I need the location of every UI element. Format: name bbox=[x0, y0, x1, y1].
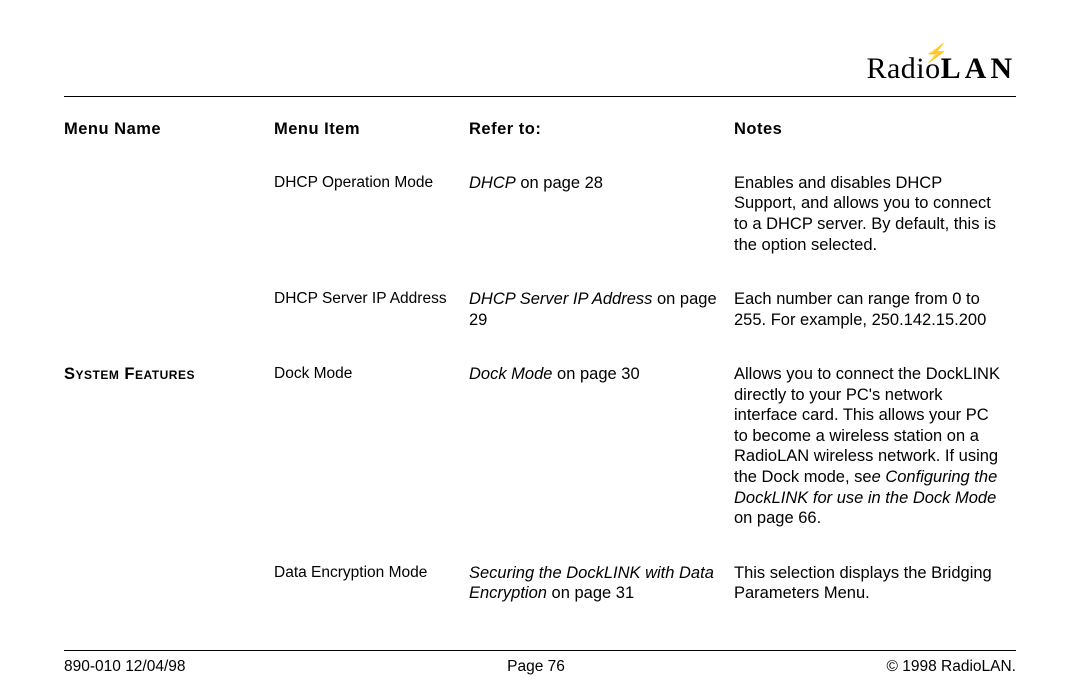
refer-ital: Dock Mode bbox=[469, 365, 552, 383]
page-footer: 890-010 12/04/98 Page 76 © 1998 RadioLAN… bbox=[64, 657, 1016, 676]
top-rule bbox=[64, 96, 1016, 97]
notes-post: on page 66. bbox=[734, 509, 821, 527]
col-header-menu-item: Menu Item bbox=[274, 119, 469, 173]
menu-item-cell: DHCP Server IP Address bbox=[274, 289, 469, 364]
menu-name-cell: System Features bbox=[64, 364, 274, 563]
reference-table: Menu Name Menu Item Refer to: Notes DHCP… bbox=[64, 119, 1016, 638]
col-header-menu-name: Menu Name bbox=[64, 119, 274, 173]
page: ⚡ RadioLAN Menu Name Menu Item Refer to:… bbox=[0, 0, 1080, 698]
refer-ital: DHCP Server IP Address bbox=[469, 290, 652, 308]
footer-right: © 1998 RadioLAN. bbox=[887, 657, 1016, 676]
menu-name-cell bbox=[64, 173, 274, 289]
refer-plain: on page 30 bbox=[552, 365, 639, 383]
logo-row: ⚡ RadioLAN bbox=[64, 50, 1016, 88]
refer-to-cell: Dock Mode on page 30 bbox=[469, 364, 734, 563]
refer-to-cell: Securing the DockLINK with Data Encrypti… bbox=[469, 563, 734, 638]
refer-ital: DHCP bbox=[469, 174, 516, 192]
refer-to-cell: DHCP on page 28 bbox=[469, 173, 734, 289]
col-header-refer-to: Refer to: bbox=[469, 119, 734, 173]
footer-left: 890-010 12/04/98 bbox=[64, 657, 186, 676]
notes-cell: Enables and disables DHCP Support, and a… bbox=[734, 173, 1016, 289]
footer-center: Page 76 bbox=[507, 657, 565, 676]
notes-cell: Each number can range from 0 to 255. For… bbox=[734, 289, 1016, 364]
logo-part2: LAN bbox=[941, 50, 1016, 88]
menu-item-cell: Dock Mode bbox=[274, 364, 469, 563]
refer-plain: on page 28 bbox=[516, 174, 603, 192]
bolt-icon: ⚡ bbox=[923, 42, 950, 65]
col-header-notes: Notes bbox=[734, 119, 1016, 173]
menu-item-cell: DHCP Operation Mode bbox=[274, 173, 469, 289]
refer-plain: on page 31 bbox=[547, 584, 634, 602]
refer-to-cell: DHCP Server IP Address on page 29 bbox=[469, 289, 734, 364]
menu-name-cell bbox=[64, 563, 274, 638]
menu-name-cell bbox=[64, 289, 274, 364]
menu-item-cell: Data Encryption Mode bbox=[274, 563, 469, 638]
notes-cell: Allows you to connect the DockLINK direc… bbox=[734, 364, 1016, 563]
bottom-rule bbox=[64, 650, 1016, 651]
brand-logo: ⚡ RadioLAN bbox=[866, 50, 1016, 88]
notes-cell: This selection displays the Bridging Par… bbox=[734, 563, 1016, 638]
